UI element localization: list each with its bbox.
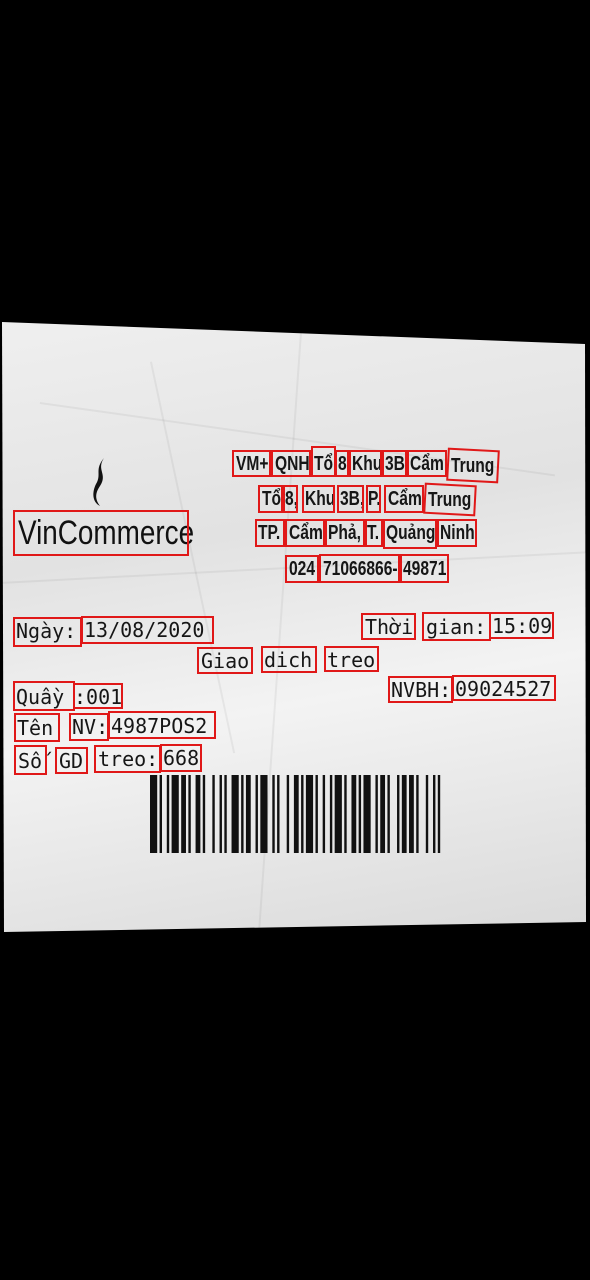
annotation-box — [285, 555, 319, 583]
annotation-box — [384, 485, 424, 513]
annotation-box — [452, 675, 556, 701]
annotation-box — [382, 450, 407, 477]
annotation-box — [311, 446, 336, 477]
annotation-box — [319, 554, 400, 583]
annotation-box — [365, 519, 383, 547]
annotation-box — [388, 676, 453, 703]
annotation-box — [55, 747, 88, 774]
annotation-box — [14, 745, 47, 775]
annotation-box — [337, 485, 364, 513]
annotation-box — [422, 612, 491, 641]
barcode — [150, 775, 441, 853]
annotation-box — [423, 482, 477, 517]
annotation-box — [324, 646, 379, 672]
annotation-box — [335, 450, 349, 477]
annotation-box — [69, 713, 109, 741]
annotation-box — [14, 713, 60, 742]
annotation-box — [13, 510, 189, 556]
annotation-box — [437, 519, 477, 547]
annotation-box — [489, 612, 554, 639]
vinmart-flame-icon — [93, 458, 104, 506]
annotation-box — [258, 485, 283, 513]
annotation-box — [13, 681, 75, 711]
annotation-box — [160, 744, 202, 772]
annotation-box — [285, 519, 325, 547]
annotation-box — [400, 554, 449, 583]
annotation-box — [197, 647, 253, 674]
annotation-box — [94, 745, 161, 773]
annotation-box — [81, 616, 214, 644]
annotation-box — [271, 450, 311, 477]
annotation-box — [325, 519, 365, 547]
annotation-box — [13, 617, 82, 647]
annotation-box — [366, 485, 381, 513]
annotation-box — [349, 450, 382, 477]
annotation-box — [261, 646, 317, 673]
annotation-box — [232, 450, 271, 477]
annotation-box — [302, 485, 335, 513]
annotation-box — [407, 450, 447, 477]
annotation-box — [73, 683, 123, 709]
annotation-box — [361, 613, 416, 640]
annotation-box — [108, 711, 216, 739]
annotation-box — [383, 519, 437, 549]
annotation-box — [255, 519, 285, 547]
annotation-box — [446, 447, 500, 484]
annotation-box — [283, 485, 298, 513]
